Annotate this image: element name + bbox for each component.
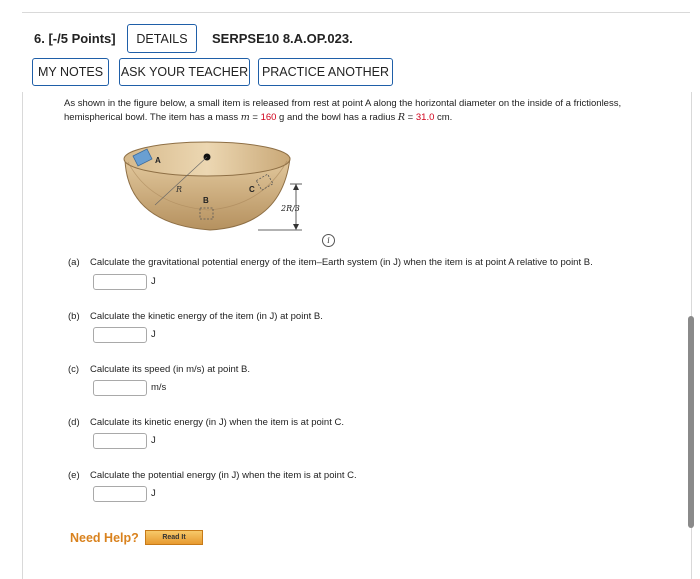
my-notes-button[interactable]: MY NOTES [32,58,109,86]
part-b-question: (b) Calculate the kinetic energy of the i… [68,311,323,322]
part-e-question: (e) Calculate the potential energy (in J)… [68,470,357,481]
part-e-unit: J [151,488,156,499]
part-b-unit: J [151,329,156,340]
part-e-answer-input[interactable] [93,486,147,502]
mass-value: 160 [260,112,277,123]
part-a-answer-input[interactable] [93,274,147,290]
part-d-question: (d) Calculate its kinetic energy (in J) w… [68,417,344,428]
read-it-button[interactable]: Read It [145,530,203,545]
part-a-question: (a) Calculate the gravitational potential… [68,257,593,268]
problem-statement: As shown in the figure below, a small it… [64,98,622,123]
ask-your-teacher-button[interactable]: ASK YOUR TEACHER [119,58,250,86]
part-d-unit: J [151,435,156,446]
part-b-answer-input[interactable] [93,327,147,343]
practice-another-button[interactable]: PRACTICE ANOTHER [258,58,393,86]
part-a-unit: J [151,276,156,287]
need-help-label: Need Help? [70,531,139,545]
part-c-answer-input[interactable] [93,380,147,396]
part-c-unit: m/s [151,382,167,393]
radius-value: 31.0 [415,112,435,123]
info-icon[interactable]: i [322,234,335,247]
part-c-question: (c) Calculate its speed (in m/s) at point… [68,364,250,375]
problem-code: SERPSE10 8.A.OP.023. [212,31,353,46]
scrollbar[interactable] [688,316,694,528]
top-divider [22,12,690,13]
question-number: 6. [-/5 Points] [34,31,116,46]
details-button[interactable]: DETAILS [127,24,197,53]
part-d-answer-input[interactable] [93,433,147,449]
